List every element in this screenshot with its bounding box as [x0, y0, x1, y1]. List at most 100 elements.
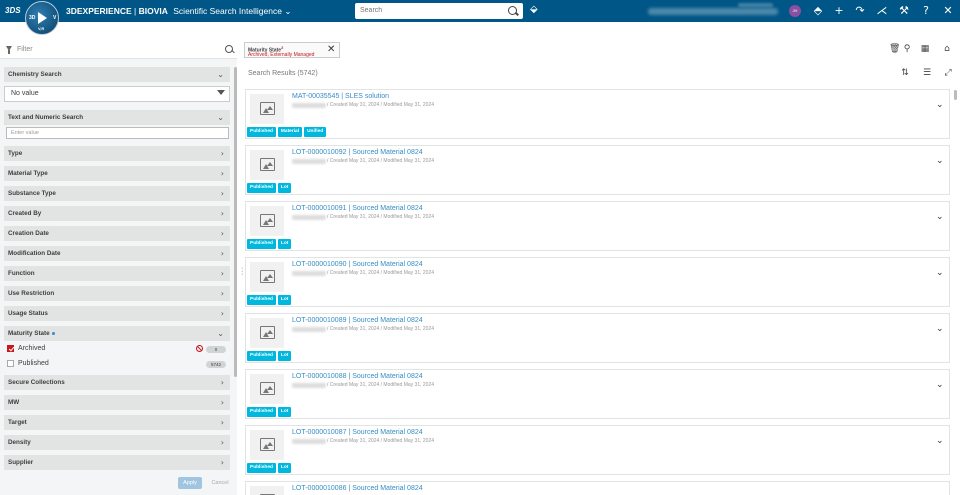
result-title-link[interactable]: LOT-0000010088 | Sourced Material 0824 [292, 373, 423, 380]
brand-title[interactable]: 3DEXPERIENCE | BIOVIA Scientific Search … [66, 6, 291, 17]
section-creation-date[interactable]: Creation Date › [4, 226, 230, 241]
expand-chevron-icon[interactable]: ⌄ [936, 100, 944, 110]
owner-redacted [292, 103, 326, 108]
tag-icon[interactable]: ⬙ [530, 5, 540, 15]
section-maturity-state[interactable]: Maturity State ⌄ [4, 326, 230, 341]
active-filter-dot [51, 331, 55, 335]
section-mw[interactable]: MW › [4, 395, 230, 410]
app-menu-chevron-icon[interactable]: ⌄ [284, 6, 291, 16]
archived-checkbox[interactable] [7, 345, 14, 352]
section-usage-status[interactable]: Usage Status › [4, 306, 230, 321]
result-card[interactable]: LOT-0000010086 | Sourced Material 0824 [245, 481, 950, 495]
section-label: Usage Status [8, 310, 48, 317]
owner-redacted [292, 327, 326, 332]
result-card[interactable]: LOT-0000010092 | Sourced Material 0824 / … [245, 145, 950, 195]
filter-settings-icon[interactable]: ⚲ [902, 44, 912, 54]
exclude-icon[interactable] [196, 345, 203, 352]
result-title-link[interactable]: MAT-00035545 | SLES solution [292, 93, 389, 100]
result-meta: / Created May 31, 2024 / Modified May 31… [327, 438, 435, 444]
thumbnail[interactable] [250, 430, 284, 460]
section-chemistry-search[interactable]: Chemistry Search ⌄ [4, 67, 230, 82]
section-created-by[interactable]: Created By › [4, 206, 230, 221]
section-secure-collections[interactable]: Secure Collections › [4, 375, 230, 390]
section-use-restriction[interactable]: Use Restriction › [4, 286, 230, 301]
active-filter-chip[interactable]: Maturity State2 Archived, Externally Man… [244, 42, 340, 58]
result-meta: / Created May 31, 2024 / Modified May 31… [327, 158, 435, 164]
left-scrollbar[interactable] [234, 67, 237, 377]
help-icon[interactable]: ? [919, 4, 933, 18]
compass-layout-icon[interactable]: ✕ [941, 4, 955, 18]
section-function[interactable]: Function › [4, 266, 230, 281]
status-badge: Lot [277, 183, 292, 193]
section-text-numeric-search[interactable]: Text and Numeric Search ⌄ [4, 110, 230, 125]
panel-splitter-handle[interactable]: · · · [241, 265, 244, 278]
expand-chevron-icon[interactable]: ⌄ [936, 156, 944, 166]
thumbnail[interactable] [250, 318, 284, 348]
trash-icon[interactable]: 🗑 [889, 44, 900, 54]
search-icon[interactable] [508, 6, 517, 15]
result-card[interactable]: MAT-00035545 | SLES solution / Created Ma… [245, 89, 950, 139]
user-name-redacted [648, 8, 778, 15]
section-modification-date[interactable]: Modification Date › [4, 246, 230, 261]
expand-chevron-icon[interactable]: ⌄ [936, 268, 944, 278]
apply-button[interactable]: Apply [178, 477, 202, 489]
clear-filter-icon[interactable] [217, 90, 225, 95]
brand-3dexperience: 3DEXPERIENCE [66, 6, 132, 16]
result-title-link[interactable]: LOT-0000010086 | Sourced Material 0824 [292, 485, 423, 492]
section-label: Target [8, 419, 27, 426]
thumbnail[interactable] [250, 94, 284, 124]
filter-input[interactable]: Filter [17, 46, 33, 53]
result-card[interactable]: LOT-0000010087 | Sourced Material 0824 / … [245, 425, 950, 475]
section-label: Secure Collections [8, 379, 65, 386]
result-meta: / Created May 31, 2024 / Modified May 31… [327, 270, 435, 276]
home-icon[interactable]: ⌂ [942, 44, 952, 54]
forward-icon[interactable]: ↷ [853, 4, 867, 18]
chemistry-value-field[interactable]: No value [4, 86, 230, 102]
list-view-icon[interactable]: ☰ [922, 68, 932, 78]
expand-chevron-icon[interactable]: ⌄ [936, 436, 944, 446]
result-card[interactable]: LOT-0000010091 | Sourced Material 0824 / … [245, 201, 950, 251]
result-card[interactable]: LOT-0000010088 | Sourced Material 0824 / … [245, 369, 950, 419]
add-icon[interactable]: + [832, 4, 846, 18]
sort-icon[interactable]: ⇅ [900, 68, 910, 78]
results-scrollbar[interactable] [954, 90, 957, 100]
image-placeholder-icon [260, 382, 275, 395]
thumbnail[interactable] [250, 206, 284, 236]
brand-biovia: BIOVIA [138, 6, 168, 16]
status-badge: Published [247, 239, 276, 249]
result-title-link[interactable]: LOT-0000010091 | Sourced Material 0824 [292, 205, 423, 212]
section-substance-type[interactable]: Substance Type › [4, 186, 230, 201]
expand-chevron-icon[interactable]: ⌄ [936, 324, 944, 334]
result-title-link[interactable]: LOT-0000010090 | Sourced Material 0824 [292, 261, 423, 268]
filter-search-icon[interactable] [225, 45, 233, 53]
share-tag-icon[interactable]: ⬘ [811, 4, 825, 18]
section-type[interactable]: Type › [4, 146, 230, 161]
thumbnail[interactable] [250, 262, 284, 292]
network-icon[interactable]: ⋌ [875, 4, 889, 18]
compass-icon[interactable]: 3D V V,R [25, 1, 59, 35]
result-card[interactable]: LOT-0000010089 | Sourced Material 0824 / … [245, 313, 950, 363]
section-label: Text and Numeric Search [8, 114, 84, 121]
cancel-button[interactable]: Cancel [208, 477, 232, 489]
close-icon[interactable]: ✕ [327, 44, 335, 55]
global-search-input[interactable] [355, 3, 523, 19]
result-title-link[interactable]: LOT-0000010089 | Sourced Material 0824 [292, 317, 423, 324]
tools-icon[interactable]: ⚒ [897, 4, 911, 18]
result-title-link[interactable]: LOT-0000010087 | Sourced Material 0824 [292, 429, 423, 436]
expand-chevron-icon[interactable]: ⌄ [936, 212, 944, 222]
thumbnail[interactable] [250, 374, 284, 404]
grid-view-icon[interactable]: ▦ [920, 44, 930, 54]
result-title-link[interactable]: LOT-0000010092 | Sourced Material 0824 [292, 149, 423, 156]
section-supplier[interactable]: Supplier › [4, 455, 230, 470]
thumbnail[interactable] [250, 150, 284, 180]
avatar[interactable]: JH [789, 5, 801, 17]
section-material-type[interactable]: Material Type › [4, 166, 230, 181]
text-value-input[interactable]: Enter value [6, 127, 229, 139]
section-density[interactable]: Density › [4, 435, 230, 450]
thumbnail[interactable] [250, 486, 284, 495]
published-checkbox[interactable] [7, 360, 14, 367]
expand-chevron-icon[interactable]: ⌄ [936, 380, 944, 390]
result-card[interactable]: LOT-0000010090 | Sourced Material 0824 / … [245, 257, 950, 307]
section-target[interactable]: Target › [4, 415, 230, 430]
expand-icon[interactable]: ⤢ [943, 68, 953, 78]
